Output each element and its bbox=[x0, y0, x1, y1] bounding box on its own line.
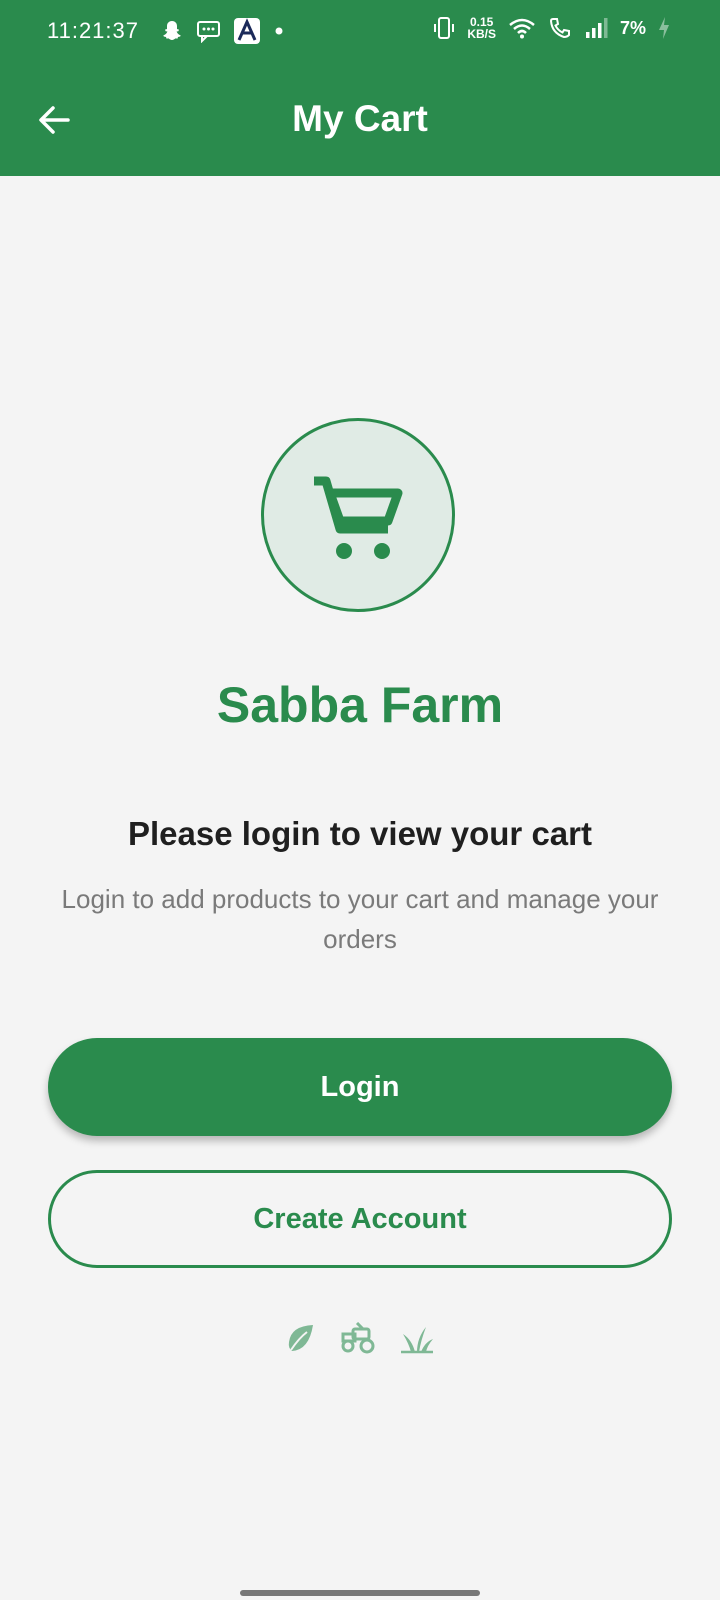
status-bar: 11:21:37 0.15 KB/S 7% bbox=[0, 0, 720, 64]
login-prompt-description: Login to add products to your cart and m… bbox=[61, 884, 659, 954]
wifi-icon bbox=[509, 18, 535, 39]
battery-level: 7% bbox=[619, 17, 646, 38]
page-title: My Cart bbox=[292, 98, 428, 139]
home-indicator[interactable] bbox=[240, 1590, 480, 1596]
dot-icon bbox=[275, 27, 283, 35]
shopping-cart-icon bbox=[314, 476, 403, 559]
wifi-call-icon bbox=[549, 18, 570, 39]
system-icons: 0.15 KB/S 7% bbox=[433, 16, 670, 40]
login-prompt-heading: Please login to view your cart bbox=[128, 815, 592, 852]
network-speed-unit: KB/S bbox=[467, 27, 496, 41]
sprout-icon bbox=[401, 1327, 433, 1354]
cart-illustration bbox=[261, 418, 455, 612]
snapchat-icon bbox=[163, 21, 181, 40]
brand-name: Sabba Farm bbox=[216, 677, 504, 733]
notification-icons bbox=[160, 18, 286, 44]
chat-icon bbox=[197, 21, 220, 43]
login-button-label: Login bbox=[320, 1070, 400, 1103]
decorative-icons bbox=[0, 1322, 720, 1354]
signal-icon bbox=[585, 18, 608, 38]
app-a-icon bbox=[234, 18, 260, 44]
vibrate-icon bbox=[434, 17, 455, 39]
charging-icon bbox=[659, 17, 669, 39]
status-time: 11:21:37 bbox=[47, 18, 140, 43]
tractor-icon bbox=[341, 1322, 375, 1354]
leaf-icon bbox=[288, 1325, 313, 1351]
app-bar: 11:21:37 0.15 KB/S 7% My Cart bbox=[0, 0, 720, 176]
login-button[interactable]: Login bbox=[48, 1038, 672, 1136]
create-account-button[interactable]: Create Account bbox=[48, 1170, 672, 1268]
network-speed: 0.15 KB/S bbox=[467, 16, 496, 40]
create-account-button-label: Create Account bbox=[253, 1202, 467, 1235]
